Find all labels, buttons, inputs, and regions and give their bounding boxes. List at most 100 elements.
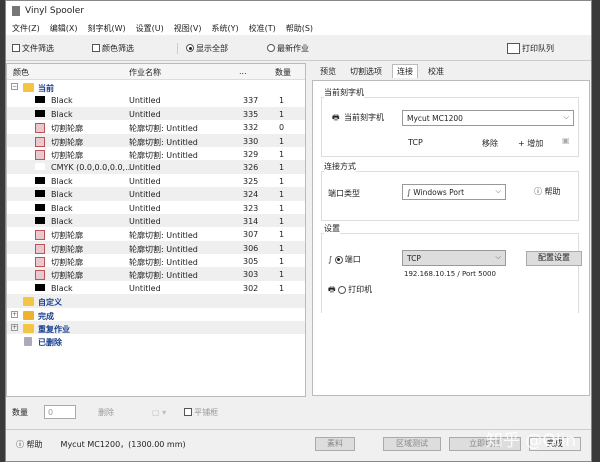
table-row[interactable]: Black Untitled 324 1: [7, 187, 305, 201]
cell-qty: 1: [279, 163, 285, 173]
watermark: 知乎 @Qlin: [486, 431, 577, 451]
table-row[interactable]: 切割轮廓 轮廓切割: Untitled 306 1: [7, 240, 305, 255]
table-row[interactable]: 切割轮廓 轮廓切割: Untitled 303 1: [7, 267, 305, 281]
cell-qty: 1: [279, 270, 285, 280]
port-type-select[interactable]: ∫ Windows Port: [402, 184, 506, 200]
menu-cutter[interactable]: 刻字机(W): [87, 23, 125, 34]
table-row[interactable]: 切割轮廓 轮廓切割: Untitled 307 1: [7, 227, 305, 241]
table-row[interactable]: Black Untitled 302 1: [7, 281, 305, 294]
menu-bar: 文件(Z) 编辑(X) 刻字机(W) 设置(U) 视图(V) 系统(Y) 校准(T) 帮助(S…: [6, 21, 591, 35]
table-row[interactable]: Black Untitled 314 1: [7, 213, 305, 228]
material-button[interactable]: 素料: [315, 437, 355, 451]
group-deleted[interactable]: 已删除: [7, 334, 305, 347]
table-row[interactable]: 切割轮廓 轮廓切割: Untitled 305 1: [7, 254, 305, 268]
app-window: Vinyl Spooler 文件(Z) 编辑(X) 刻字机(W) 设置(U) 视图(V)…: [5, 0, 592, 462]
config-button[interactable]: 配置设置: [526, 251, 582, 266]
cell-number: 314: [243, 216, 259, 226]
port-radio[interactable]: ∫ 端口: [328, 254, 361, 265]
tab-preview[interactable]: 预览: [316, 65, 340, 78]
cell-job: 轮廓切割: Untitled: [129, 124, 198, 134]
table-row[interactable]: CMYK (0.0,0.0,0.0,... Untitled 326 1: [7, 160, 305, 174]
cell-qty: 1: [279, 149, 285, 159]
table-row[interactable]: 切割轮廓 轮廓切割: Untitled 329 1: [7, 147, 305, 160]
group-done[interactable]: + 完成: [7, 308, 305, 321]
table-row[interactable]: Black Untitled 337 1: [7, 93, 305, 106]
cell-job: Untitled: [129, 109, 161, 119]
help-button[interactable]: ⓘ 帮助: [16, 439, 43, 450]
window-title: Vinyl Spooler: [25, 6, 85, 16]
table-row[interactable]: Black Untitled 335 1: [7, 106, 305, 121]
app-icon: [12, 6, 20, 16]
add-button[interactable]: + 增加: [518, 138, 543, 149]
cell-color: Black: [51, 216, 73, 226]
cutter-select[interactable]: Mycut MC1200: [402, 110, 574, 126]
cell-qty: 1: [279, 216, 285, 226]
area-test-button[interactable]: 区域测试: [383, 437, 441, 451]
cell-color: Black: [51, 96, 73, 106]
print-queue-button[interactable]: 打印队列: [507, 42, 554, 54]
col-color[interactable]: 颜色: [13, 67, 29, 78]
printer-radio[interactable]: 🖶 打印机: [328, 284, 372, 298]
printer-icon: 🖶: [332, 113, 340, 122]
port-select[interactable]: TCP: [402, 250, 506, 266]
tab-calibrate[interactable]: 校准: [424, 65, 448, 78]
cell-number: 330: [243, 136, 259, 146]
help-link[interactable]: ⓘ 帮助: [534, 186, 561, 197]
toolbar: 文件筛选 颜色筛选 显示全部 最新作业 打印队列: [6, 36, 591, 61]
cell-color: CMYK (0.0,0.0,0.0,...: [51, 163, 133, 173]
color-filter-checkbox[interactable]: 颜色筛选: [92, 43, 177, 54]
menu-settings[interactable]: 设置(U): [136, 23, 164, 34]
col-number[interactable]: ...: [239, 67, 247, 76]
cell-qty: 1: [279, 190, 285, 200]
cell-qty: 1: [279, 176, 285, 186]
menu-edit[interactable]: 编辑(X): [50, 23, 78, 34]
delete-button[interactable]: 删除: [98, 407, 114, 418]
address-text: 192.168.10.15 / Port 5000: [404, 270, 496, 278]
group-repeat[interactable]: + 重复作业: [7, 321, 305, 335]
table-row[interactable]: Black Untitled 323 1: [7, 201, 305, 214]
cell-qty: 1: [279, 283, 285, 293]
cell-qty: 1: [279, 257, 285, 267]
show-all-radio[interactable]: 显示全部: [177, 42, 267, 54]
remove-button[interactable]: 移除: [482, 138, 498, 149]
latest-jobs-radio[interactable]: 最新作业: [267, 43, 507, 54]
cell-number: 337: [243, 96, 259, 106]
color-swatch: [35, 190, 45, 198]
cut-contour-icon: [35, 243, 45, 254]
col-job-name[interactable]: 作业名称: [129, 67, 161, 78]
save-dropdown[interactable]: ▢ ▾: [152, 408, 166, 417]
menu-system[interactable]: 系统(Y): [211, 23, 238, 34]
table-row[interactable]: 切割轮廓 轮廓切割: Untitled 330 1: [7, 133, 305, 147]
cell-number: 302: [243, 283, 259, 293]
cell-job: Untitled: [129, 203, 161, 213]
trash-icon[interactable]: ▣: [562, 136, 570, 145]
col-quantity[interactable]: 数量: [275, 67, 291, 78]
color-swatch: [35, 283, 45, 291]
group-current[interactable]: − 当前: [7, 80, 305, 93]
cell-job: 轮廓切割: Untitled: [129, 258, 198, 268]
cell-number: 325: [243, 176, 259, 186]
file-filter-checkbox[interactable]: 文件筛选: [12, 43, 92, 54]
group-custom[interactable]: 自定义: [7, 294, 305, 308]
cell-number: 305: [243, 257, 259, 267]
cell-color: 切割轮廓: [51, 231, 83, 241]
table-row[interactable]: Black Untitled 325 1: [7, 174, 305, 187]
cell-job: Untitled: [129, 283, 161, 293]
tab-connection[interactable]: 连接: [392, 64, 418, 78]
menu-help[interactable]: 帮助(S): [286, 23, 313, 34]
tab-cut-options[interactable]: 切割选项: [346, 65, 386, 78]
menu-file[interactable]: 文件(Z): [12, 23, 40, 34]
cell-qty: 1: [279, 136, 285, 146]
menu-view[interactable]: 视图(V): [174, 23, 202, 34]
qty-stepper[interactable]: 0: [44, 405, 76, 419]
table-row[interactable]: 切割轮廓 轮廓切割: Untitled 332 0: [7, 120, 305, 134]
cell-color: 切割轮廓: [51, 124, 83, 134]
cell-color: 切割轮廓: [51, 137, 83, 147]
protocol-text: TCP: [408, 138, 423, 147]
cell-number: 329: [243, 149, 259, 159]
cut-contour-icon: [35, 123, 45, 134]
menu-calibrate[interactable]: 校准(T): [249, 23, 276, 34]
tile-checkbox[interactable]: 平铺框: [184, 407, 218, 418]
cell-number: 307: [243, 230, 259, 240]
cell-color: Black: [51, 283, 73, 293]
